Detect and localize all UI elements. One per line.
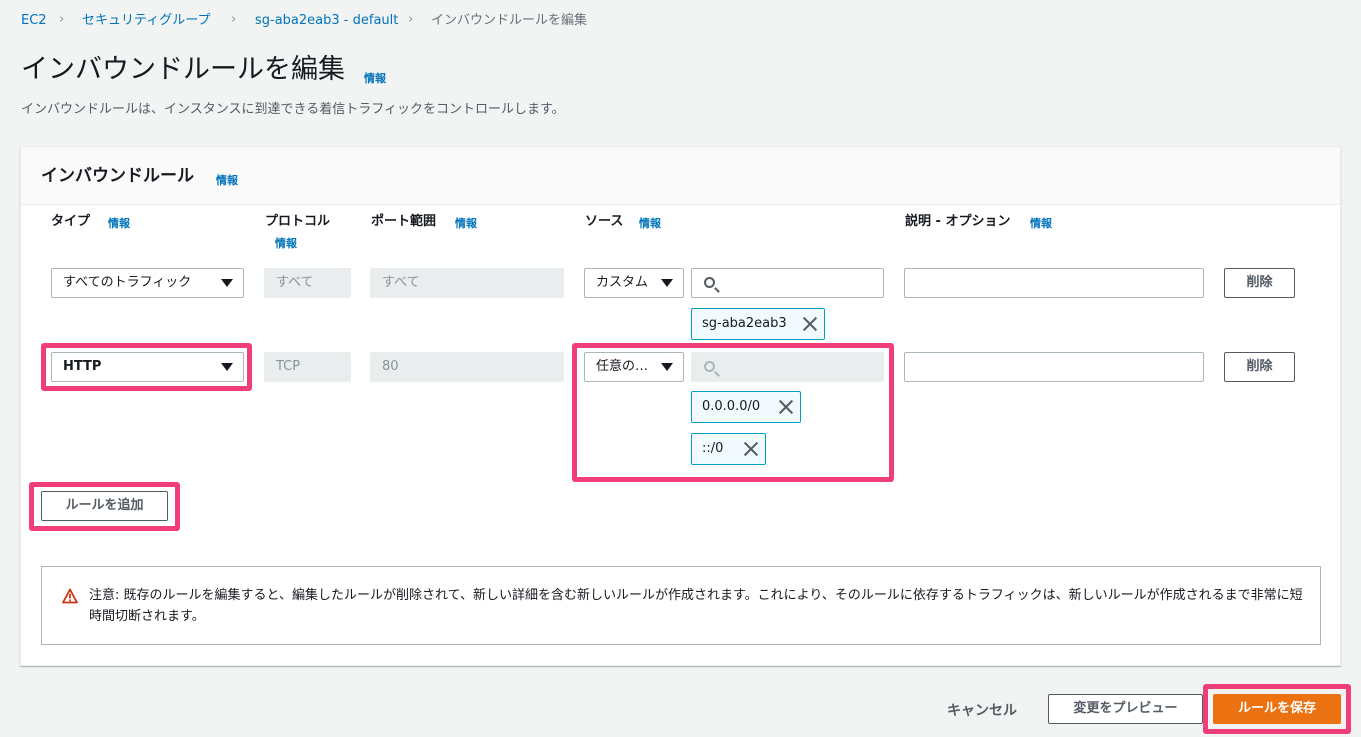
rule-2-source-search-input xyxy=(691,352,884,382)
breadcrumb-current: インバウンドルールを編集 xyxy=(431,13,588,28)
rule-1-source-token: sg-aba2eab3 xyxy=(691,308,825,340)
search-icon xyxy=(704,361,715,372)
rule-1-source-search-input[interactable] xyxy=(691,268,884,298)
breadcrumb-security-group[interactable]: sg-aba2eab3 - default xyxy=(255,12,398,30)
rule-2-source-token-ipv4: 0.0.0.0/0 xyxy=(691,391,801,423)
rule-2-port-range: 80 xyxy=(370,352,564,382)
caret-down-icon xyxy=(221,279,233,287)
rule-2-description-input[interactable] xyxy=(904,352,1204,382)
rule-1-protocol: すべて xyxy=(264,268,351,298)
close-icon[interactable] xyxy=(778,399,794,415)
add-rule-button[interactable]: ルールを追加 xyxy=(41,491,168,521)
column-type: タイプ xyxy=(51,214,91,229)
rule-1-source-select[interactable]: カスタム xyxy=(584,268,684,298)
cancel-button[interactable]: キャンセル xyxy=(947,700,1017,720)
column-source: ソース xyxy=(585,214,624,229)
close-icon[interactable] xyxy=(802,316,818,332)
rule-1-delete-button[interactable]: 削除 xyxy=(1224,268,1295,298)
caret-down-icon xyxy=(661,363,673,371)
breadcrumb: EC2 › セキュリティグループ › sg-aba2eab3 - default… xyxy=(0,0,700,40)
page-info-link[interactable]: 情報 xyxy=(364,70,386,86)
token-label: ::/0 xyxy=(702,441,724,456)
source-info-link[interactable]: 情報 xyxy=(639,215,661,231)
rule-2-type-select[interactable]: HTTP xyxy=(51,352,244,382)
rule-2-type-value: HTTP xyxy=(63,359,102,374)
rule-1-source-mode: カスタム xyxy=(596,275,649,290)
rule-2-source-token-ipv6: ::/0 xyxy=(691,433,766,465)
warning-text: 注意: 既存のルールを編集すると、編集したルールが削除されて、新しい詳細を含む新… xyxy=(89,588,1303,624)
save-rules-button[interactable]: ルールを保存 xyxy=(1213,694,1341,724)
rule-2-protocol: TCP xyxy=(264,352,351,382)
page-description: インバウンドルールは、インスタンスに到達できる着信トラフィックをコントロールしま… xyxy=(21,102,565,117)
column-protocol: プロトコル xyxy=(265,214,331,229)
rule-1-type-select[interactable]: すべてのトラフィック xyxy=(51,268,244,298)
token-label: 0.0.0.0/0 xyxy=(702,399,761,414)
type-info-link[interactable]: 情報 xyxy=(108,215,130,231)
close-icon[interactable] xyxy=(743,441,759,457)
chevron-right-icon: › xyxy=(231,12,237,27)
protocol-info-link[interactable]: 情報 xyxy=(275,235,297,251)
column-port-range: ポート範囲 xyxy=(371,214,437,229)
warning-icon xyxy=(62,588,78,604)
caret-down-icon xyxy=(661,279,673,287)
breadcrumb-security-groups[interactable]: セキュリティグループ xyxy=(82,12,210,30)
chevron-right-icon: › xyxy=(408,12,414,27)
chevron-right-icon: › xyxy=(59,12,65,27)
rule-1-type-value: すべてのトラフィック xyxy=(63,275,192,290)
rule-1-port-range: すべて xyxy=(370,268,564,298)
breadcrumb-ec2[interactable]: EC2 xyxy=(21,12,47,30)
page-title: インバウンドルールを編集 xyxy=(21,54,345,85)
rule-2-delete-button[interactable]: 削除 xyxy=(1224,352,1295,382)
token-label: sg-aba2eab3 xyxy=(702,316,787,331)
column-description: 説明 - オプション xyxy=(905,214,1011,229)
rule-2-source-mode: 任意の… xyxy=(596,359,649,374)
search-icon xyxy=(704,277,715,288)
rule-2-source-select[interactable]: 任意の… xyxy=(584,352,684,382)
panel-info-link[interactable]: 情報 xyxy=(216,172,238,188)
rule-1-description-input[interactable] xyxy=(904,268,1204,298)
caret-down-icon xyxy=(221,363,233,371)
description-info-link[interactable]: 情報 xyxy=(1030,215,1052,231)
panel-title: インバウンドルール xyxy=(41,166,194,186)
port-info-link[interactable]: 情報 xyxy=(455,215,477,231)
preview-changes-button[interactable]: 変更をプレビュー xyxy=(1048,694,1203,724)
